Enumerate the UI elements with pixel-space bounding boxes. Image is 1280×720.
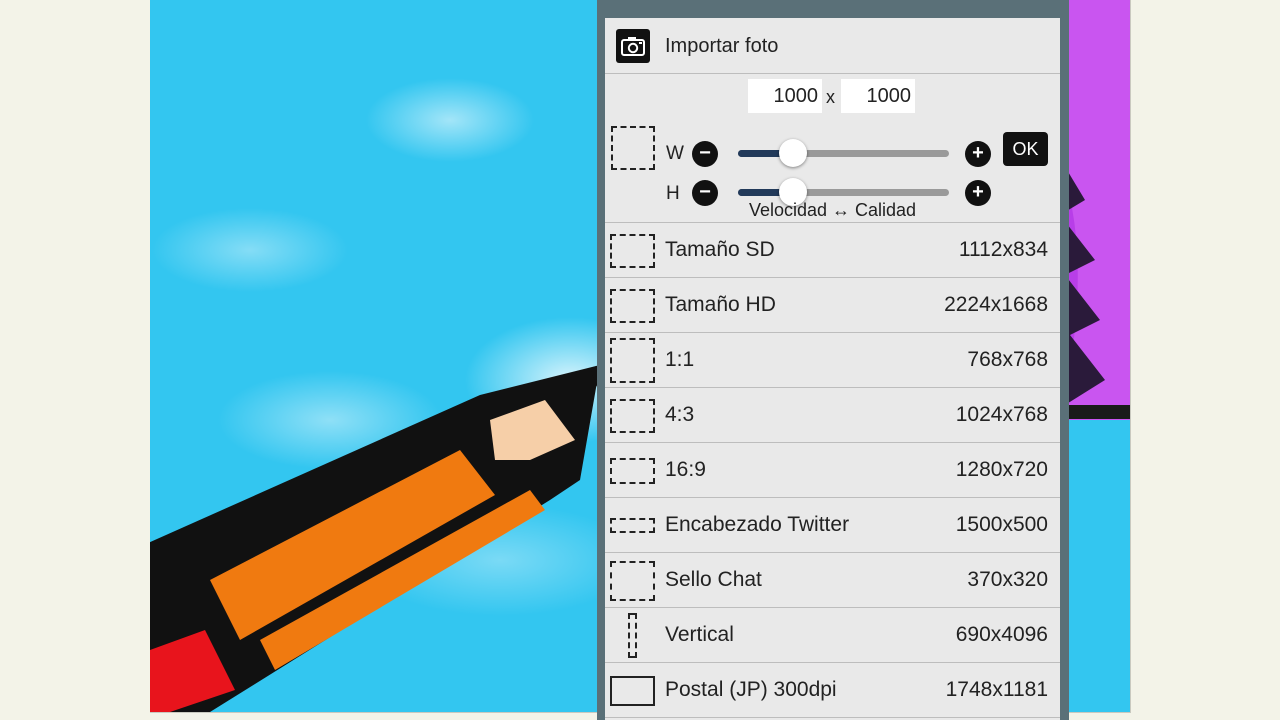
width-plus-button[interactable]: + — [965, 141, 991, 167]
preset-size: 768x768 — [967, 348, 1048, 371]
preset-row-twitter-header[interactable]: Encabezado Twitter 1500x500 — [605, 498, 1060, 553]
canvas-size-list[interactable]: Importar foto x W − + H − + OK Velocidad… — [605, 18, 1060, 720]
preset-row-vertical[interactable]: Vertical 690x4096 — [605, 608, 1060, 663]
custom-size-block: x W − + H − + OK Velocidad ↔ Calidad — [605, 74, 1060, 223]
custom-size-frame-icon — [611, 126, 655, 170]
times-symbol: x — [826, 87, 835, 107]
width-label: W — [666, 143, 684, 164]
preset-size: 370x320 — [967, 568, 1048, 591]
frame-icon — [628, 613, 637, 658]
preset-name: Postal (JP) 300dpi — [665, 678, 837, 701]
import-photo-label: Importar foto — [665, 35, 779, 57]
preset-name: Tamaño SD — [665, 238, 775, 261]
preset-size: 1280x720 — [955, 458, 1048, 481]
preset-row-16-9[interactable]: 16:9 1280x720 — [605, 443, 1060, 498]
speed-quality-label: Velocidad ↔ Calidad — [748, 200, 917, 220]
frame-icon — [610, 338, 655, 383]
frame-icon — [610, 399, 655, 433]
preset-size: 2224x1668 — [944, 293, 1048, 316]
width-input[interactable] — [748, 79, 822, 113]
preset-name: Sello Chat — [665, 568, 762, 591]
preset-name: 4:3 — [665, 403, 695, 426]
pencil-drawing — [150, 362, 610, 712]
preset-row-hd[interactable]: Tamaño HD 2224x1668 — [605, 278, 1060, 333]
preset-row-postcard[interactable]: Postal (JP) 300dpi 1748x1181 — [605, 663, 1060, 718]
canvas-size-panel: Importar foto x W − + H − + OK Velocidad… — [597, 0, 1069, 720]
preset-size: 1748x1181 — [945, 678, 1048, 701]
frame-icon — [610, 676, 655, 706]
preset-size: 1500x500 — [955, 513, 1048, 536]
preset-row-chat-stamp[interactable]: Sello Chat 370x320 — [605, 553, 1060, 608]
preset-row-1-1[interactable]: 1:1 768x768 — [605, 333, 1060, 388]
preset-size: 690x4096 — [955, 623, 1048, 646]
frame-icon — [610, 289, 655, 323]
width-slider[interactable] — [738, 139, 949, 167]
preset-name: Vertical — [665, 623, 734, 646]
import-photo-row[interactable]: Importar foto — [605, 18, 1060, 74]
preset-name: Tamaño HD — [665, 293, 776, 316]
preset-name: 1:1 — [665, 348, 695, 371]
width-slider-thumb[interactable] — [778, 139, 807, 167]
height-input[interactable] — [841, 79, 915, 113]
ok-button[interactable]: OK — [1003, 132, 1048, 166]
preset-name: Encabezado Twitter — [665, 513, 850, 536]
frame-icon — [610, 561, 655, 601]
preset-size: 1024x768 — [955, 403, 1048, 426]
preset-size: 1112x834 — [958, 238, 1048, 261]
height-slider[interactable] — [738, 178, 949, 206]
camera-icon[interactable] — [616, 29, 650, 63]
frame-icon — [610, 458, 655, 484]
preset-row-4-3[interactable]: 4:3 1024x768 — [605, 388, 1060, 443]
frame-icon — [610, 234, 655, 268]
frame-icon — [610, 518, 655, 533]
preset-name: 16:9 — [665, 458, 706, 481]
preset-row-sd[interactable]: Tamaño SD 1112x834 — [605, 223, 1060, 278]
width-minus-button[interactable]: − — [692, 141, 718, 167]
